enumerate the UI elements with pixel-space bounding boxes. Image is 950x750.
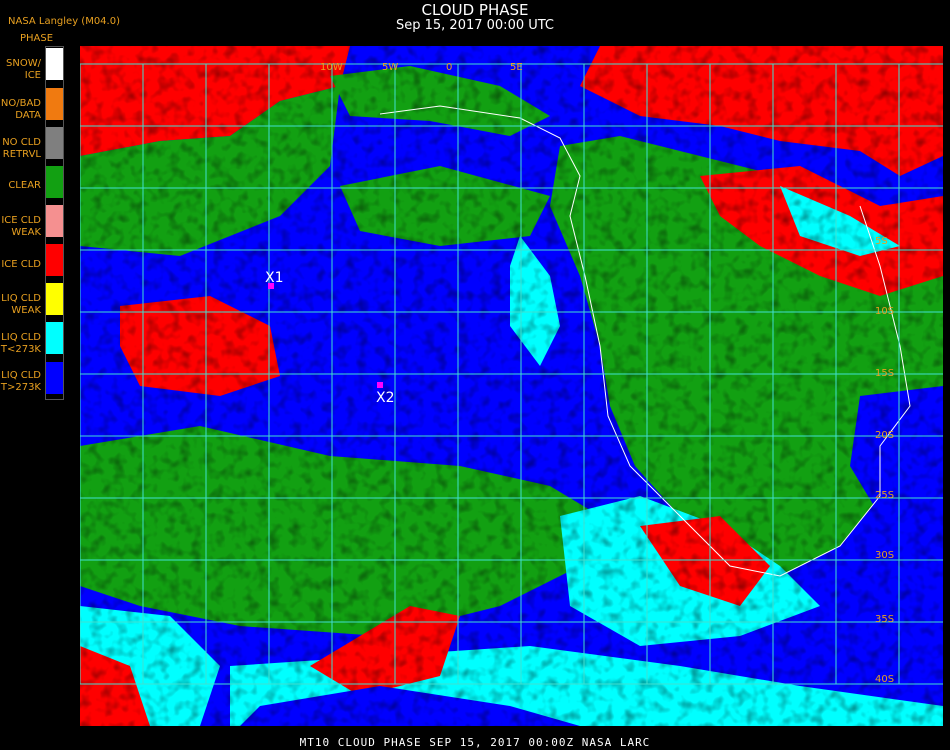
phase-field: [80, 46, 943, 726]
legend-title: PHASE: [20, 33, 54, 44]
legend-label-ice-cloud: ICE CLD: [1, 259, 41, 270]
ice-speckle-texture: [80, 46, 943, 726]
latitude-label: 30S: [875, 550, 894, 561]
legend-label-ice-weak: ICE CLD WEAK: [1, 215, 41, 238]
marker-x1-label: X1: [265, 270, 284, 286]
legend-label-no-data: NO/BAD DATA: [0, 98, 41, 121]
legend-label-clear: CLEAR: [8, 180, 41, 191]
latitude-label: 15S: [875, 368, 894, 379]
marker-x2-dot: [377, 382, 383, 388]
legend-label-no-cloud-retrieval: NO CLD RETRVL: [2, 137, 41, 160]
legend-label-liquid-cold: LIQ CLD T<273K: [0, 332, 41, 355]
cloud-phase-map[interactable]: 5S 10S 15S 20S 25S 30S 35S 40S 10W 5W 0 5E X1 X2: [80, 46, 943, 726]
marker-x2-label: X2: [376, 390, 395, 406]
footer-caption: MT10 CLOUD PHASE SEP 15, 2017 00:00Z NAS…: [299, 736, 651, 749]
legend-label-liquid-weak: LIQ CLD WEAK: [1, 293, 41, 316]
longitude-label: 0: [446, 62, 452, 73]
source-label: NASA Langley (M04.0): [8, 16, 120, 27]
latitude-label: 35S: [875, 614, 894, 625]
longitude-label: 5E: [510, 62, 523, 73]
legend-label-snow-ice: SNOW/ICE: [6, 58, 41, 81]
latitude-label: 40S: [875, 674, 894, 685]
latitude-label: 10S: [875, 306, 894, 317]
map-title: CLOUD PHASE: [421, 1, 529, 19]
longitude-label: 10W: [320, 62, 343, 73]
map-timestamp: Sep 15, 2017 00:00 UTC: [395, 18, 555, 33]
legend-frame: [45, 46, 64, 400]
latitude-label: 20S: [875, 430, 894, 441]
legend-label-liquid-warm: LIQ CLD T>273K: [0, 370, 41, 393]
longitude-label: 5W: [382, 62, 398, 73]
latitude-label: 25S: [875, 490, 894, 501]
latitude-label: 5S: [875, 236, 888, 247]
